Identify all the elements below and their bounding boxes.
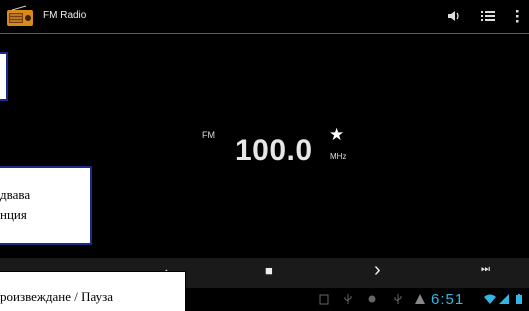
radio-app-icon bbox=[7, 5, 33, 26]
callout-bottom-text: роизвеждане / Пауза bbox=[0, 289, 114, 304]
band-label: FM bbox=[202, 130, 215, 140]
frequency-unit: MHz bbox=[330, 152, 347, 161]
callout-top bbox=[0, 52, 8, 101]
channel-list-icon[interactable] bbox=[480, 8, 496, 24]
callout-middle: двава нция bbox=[0, 166, 92, 245]
overflow-menu-icon[interactable] bbox=[513, 8, 521, 24]
skip-button[interactable]: ⏭ bbox=[481, 264, 497, 280]
callout-middle-line-1: двава bbox=[0, 187, 31, 202]
status-clock: 6:51 bbox=[431, 291, 465, 308]
usb-icon-2 bbox=[394, 294, 402, 304]
sd-card-icon bbox=[319, 294, 329, 305]
callout-middle-line-2: нция bbox=[0, 207, 27, 222]
app-title: FM Radio bbox=[43, 10, 87, 21]
favorite-star-icon[interactable]: ★ bbox=[329, 125, 344, 145]
speaker-icon[interactable] bbox=[446, 8, 462, 24]
frequency-value: 100.0 bbox=[235, 134, 313, 167]
callout-bottom: роизвеждане / Пауза bbox=[0, 271, 186, 311]
battery-icon bbox=[516, 294, 522, 304]
stop-button[interactable]: ■ bbox=[265, 263, 281, 279]
signal-icon bbox=[499, 294, 509, 304]
debug-icon bbox=[368, 295, 376, 303]
wifi-icon bbox=[484, 294, 496, 304]
next-button[interactable]: › bbox=[374, 259, 390, 281]
action-bar: FM Radio bbox=[0, 0, 529, 34]
usb-icon bbox=[344, 294, 352, 304]
warning-icon bbox=[415, 294, 425, 304]
frequency-display: FM 100.0 ★ MHz bbox=[202, 125, 362, 168]
